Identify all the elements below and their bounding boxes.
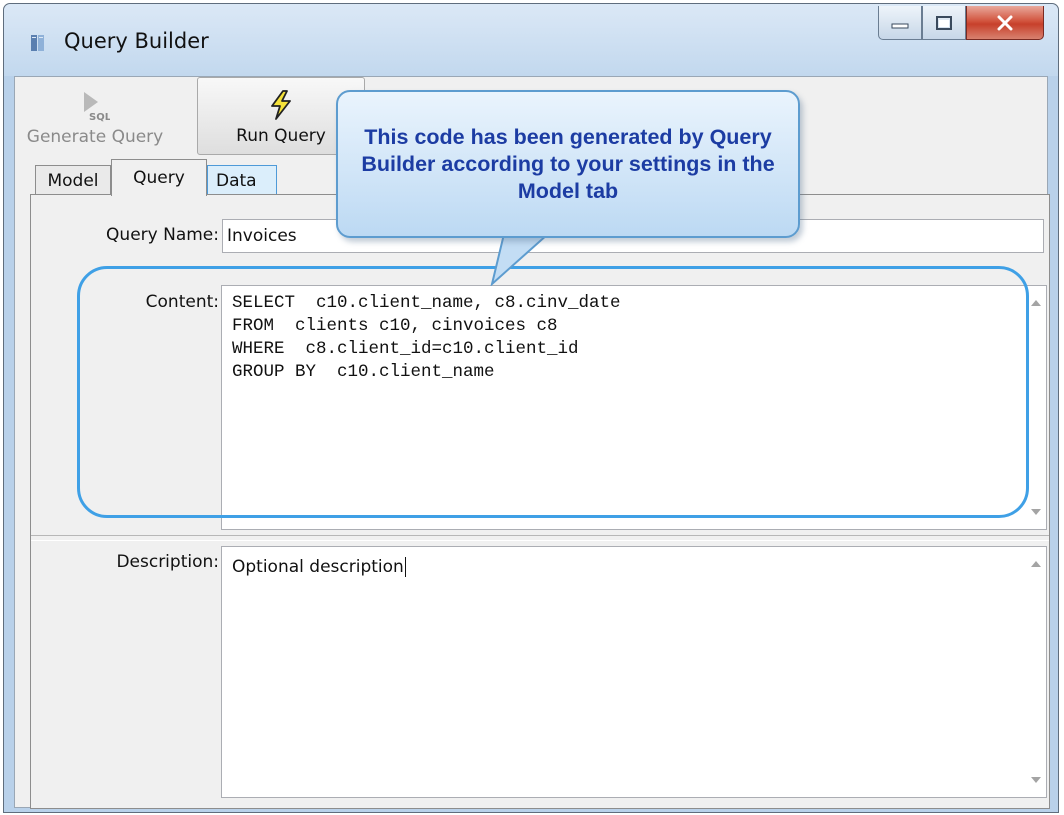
window-title: Query Builder xyxy=(64,29,209,53)
content-label: Content: xyxy=(145,292,219,312)
splitter[interactable] xyxy=(31,535,1049,541)
tab-query[interactable]: Query xyxy=(111,159,207,196)
maximize-button[interactable] xyxy=(922,6,966,40)
sql-play-icon: SQL xyxy=(84,92,110,122)
generate-query-label: Generate Query xyxy=(26,127,164,147)
tab-data[interactable]: Data xyxy=(207,165,277,195)
scroll-up-icon[interactable] xyxy=(1031,561,1041,567)
maximize-icon xyxy=(936,15,952,30)
minimize-icon xyxy=(891,23,909,28)
code-line: WHERE c8.client_id=c10.client_id xyxy=(232,339,579,359)
description-scrollbar[interactable] xyxy=(1026,547,1046,797)
scroll-down-icon[interactable] xyxy=(1031,509,1041,515)
close-icon xyxy=(997,15,1013,30)
code-line: SELECT c10.client_name, c8.cinv_date xyxy=(232,293,621,313)
callout-text: This code has been generated by Query Bu… xyxy=(361,124,775,203)
content-scrollbar[interactable] xyxy=(1026,286,1046,529)
minimize-button[interactable] xyxy=(878,6,922,40)
scroll-up-icon[interactable] xyxy=(1031,300,1041,306)
sql-icon-text: SQL xyxy=(89,112,110,122)
close-button[interactable] xyxy=(966,6,1044,40)
code-line: GROUP BY c10.client_name xyxy=(232,362,495,382)
content-textarea[interactable]: SELECT c10.client_name, c8.cinv_date FRO… xyxy=(221,285,1047,530)
code-line: FROM clients c10, cinvoices c8 xyxy=(232,316,558,336)
callout-pointer xyxy=(490,234,550,286)
query-tab-panel: Query Name: Content: SELECT c10.client_n… xyxy=(30,194,1050,809)
app-icon xyxy=(31,35,44,51)
callout-bubble: This code has been generated by Query Bu… xyxy=(336,90,800,238)
sql-code: SELECT c10.client_name, c8.cinv_date FRO… xyxy=(222,286,1046,384)
query-name-label: Query Name: xyxy=(106,225,219,245)
lightning-icon xyxy=(271,90,291,120)
title-bar[interactable]: Query Builder xyxy=(4,4,1058,76)
generate-query-button[interactable]: SQL Generate Query xyxy=(21,77,169,155)
tab-model[interactable]: Model xyxy=(35,165,111,195)
description-text: Optional description xyxy=(232,557,406,577)
scroll-down-icon[interactable] xyxy=(1031,777,1041,783)
description-textarea[interactable]: Optional description xyxy=(221,546,1047,798)
run-query-label: Run Query xyxy=(236,126,326,146)
description-label: Description: xyxy=(116,552,219,572)
